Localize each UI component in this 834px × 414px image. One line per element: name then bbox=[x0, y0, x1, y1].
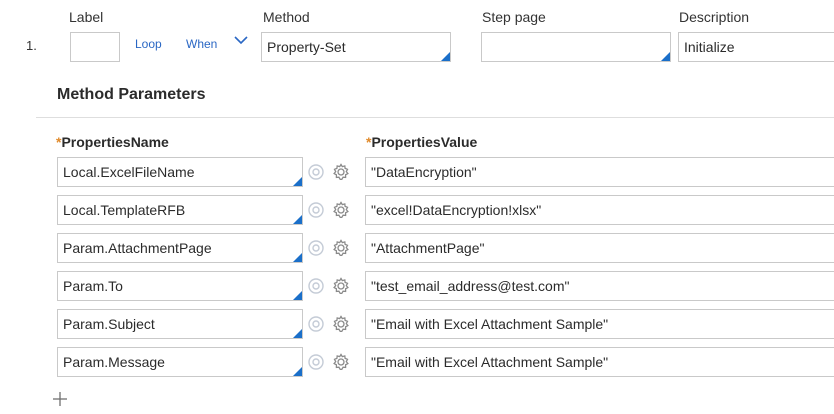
step-label-input[interactable] bbox=[70, 32, 120, 62]
gear-icon[interactable] bbox=[331, 162, 351, 182]
method-parameters-title: Method Parameters bbox=[57, 86, 206, 103]
property-value-text: "test_email_address@test.com" bbox=[371, 278, 570, 294]
method-value: Property-Set bbox=[267, 39, 346, 55]
property-name-value: Param.To bbox=[63, 278, 123, 294]
section-divider bbox=[36, 117, 834, 118]
property-value-text: "Email with Excel Attachment Sample" bbox=[371, 316, 609, 332]
property-value-text: "excel!DataEncryption!xlsx" bbox=[371, 202, 542, 218]
property-value-input[interactable]: "AttachmentPage" bbox=[365, 233, 834, 263]
property-name-value: Param.Subject bbox=[63, 316, 155, 332]
property-value-input[interactable]: "Email with Excel Attachment Sample" bbox=[365, 309, 834, 339]
property-name-input[interactable]: Local.TemplateRFB bbox=[57, 195, 303, 225]
property-name-value: Local.TemplateRFB bbox=[63, 202, 186, 218]
property-value-input[interactable]: "test_email_address@test.com" bbox=[365, 271, 834, 301]
property-name-value: Param.AttachmentPage bbox=[63, 240, 212, 256]
property-name-input[interactable]: Param.Message bbox=[57, 347, 303, 377]
property-value-text: "AttachmentPage" bbox=[371, 240, 485, 256]
gear-icon[interactable] bbox=[331, 314, 351, 334]
when-link[interactable]: When bbox=[186, 37, 217, 51]
label-column-header: Label bbox=[69, 9, 104, 25]
step-page-input[interactable] bbox=[481, 32, 671, 62]
property-name-input[interactable]: Param.Subject bbox=[57, 309, 303, 339]
target-icon[interactable] bbox=[306, 352, 326, 372]
loop-link[interactable]: Loop bbox=[135, 37, 162, 51]
properties-name-header: *PropertiesName bbox=[56, 134, 169, 150]
description-input[interactable]: Initialize bbox=[678, 32, 834, 62]
property-value-input[interactable]: "Email with Excel Attachment Sample" bbox=[365, 347, 834, 377]
description-column-header: Description bbox=[679, 9, 750, 25]
gear-icon[interactable] bbox=[331, 238, 351, 258]
gear-icon[interactable] bbox=[331, 352, 351, 372]
chevron-down-icon[interactable] bbox=[232, 32, 250, 48]
method-input[interactable]: Property-Set bbox=[261, 32, 451, 62]
gear-icon[interactable] bbox=[331, 276, 351, 296]
property-name-input[interactable]: Param.AttachmentPage bbox=[57, 233, 303, 263]
target-icon[interactable] bbox=[306, 314, 326, 334]
property-name-value: Local.ExcelFileName bbox=[63, 164, 195, 180]
target-icon[interactable] bbox=[306, 200, 326, 220]
step-number: 1. bbox=[26, 38, 37, 53]
target-icon[interactable] bbox=[306, 238, 326, 258]
description-value: Initialize bbox=[684, 39, 735, 55]
property-name-input[interactable]: Local.ExcelFileName bbox=[57, 157, 303, 187]
property-value-input[interactable]: "DataEncryption" bbox=[365, 157, 834, 187]
target-icon[interactable] bbox=[306, 162, 326, 182]
property-name-input[interactable]: Param.To bbox=[57, 271, 303, 301]
properties-value-header: *PropertiesValue bbox=[366, 134, 477, 150]
properties-value-header-label: PropertiesValue bbox=[371, 134, 478, 150]
property-value-text: "DataEncryption" bbox=[371, 164, 477, 180]
property-name-value: Param.Message bbox=[63, 354, 165, 370]
target-icon[interactable] bbox=[306, 276, 326, 296]
plus-icon[interactable] bbox=[50, 389, 70, 409]
property-value-text: "Email with Excel Attachment Sample" bbox=[371, 354, 609, 370]
gear-icon[interactable] bbox=[331, 200, 351, 220]
method-column-header: Method bbox=[263, 9, 310, 25]
properties-name-header-label: PropertiesName bbox=[61, 134, 169, 150]
property-value-input[interactable]: "excel!DataEncryption!xlsx" bbox=[365, 195, 834, 225]
step-page-column-header: Step page bbox=[482, 9, 546, 25]
